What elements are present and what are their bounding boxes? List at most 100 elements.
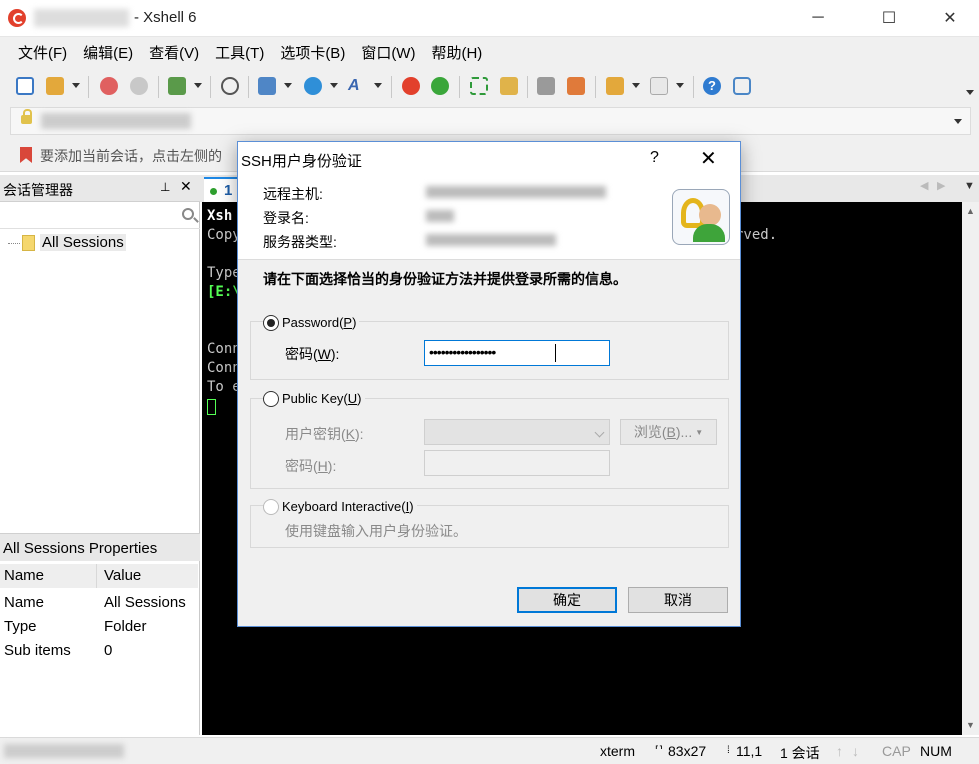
font-icon[interactable]: A <box>348 77 366 95</box>
terminal-line: Conn <box>207 360 241 376</box>
tree-item-all-sessions[interactable]: All Sessions <box>0 233 200 253</box>
menu-tools[interactable]: 工具(T) <box>207 42 272 63</box>
server-type-label: 服务器类型: <box>263 234 337 250</box>
terminal-line: Xsh <box>207 208 233 224</box>
session-manager-panel: 会话管理器 ⊥ ✕ All Sessions All Sessions Prop… <box>0 175 200 735</box>
tab-scroll-right-icon[interactable]: ▶ <box>937 179 945 192</box>
lock-icon <box>21 109 32 124</box>
tab-scroll-left-icon[interactable]: ◀ <box>920 179 928 192</box>
session-manager-close-button[interactable]: ✕ <box>180 178 192 195</box>
folder-dropdown-icon[interactable] <box>632 83 640 88</box>
new-session-icon[interactable] <box>16 77 34 95</box>
pin-icon[interactable]: ⊥ <box>160 180 170 194</box>
toolbar-separator <box>248 76 249 98</box>
title-bar: - Xshell 6 ─ ☐ ✕ <box>0 0 979 36</box>
tab-layout-icon[interactable] <box>650 77 668 95</box>
server-type-value <box>426 234 556 246</box>
password-value: ••••••••••••••••• <box>429 344 496 360</box>
public-key-radio-label[interactable]: Public Key(U) <box>279 391 365 406</box>
session-search-input[interactable] <box>0 203 200 229</box>
properties-dropdown-icon[interactable] <box>194 83 202 88</box>
properties-title: All Sessions Properties <box>3 540 158 557</box>
font-dropdown-icon[interactable] <box>374 83 382 88</box>
column-divider <box>96 564 97 588</box>
cancel-button[interactable]: 取消 <box>628 587 728 613</box>
user-key-text: 用户密钥 <box>285 426 341 442</box>
user-key-select[interactable] <box>424 419 610 445</box>
ok-button[interactable]: 确定 <box>517 587 617 613</box>
chevron-down-icon <box>594 427 605 438</box>
dialog-info-panel: 远程主机: 登录名: 服务器类型: <box>238 176 740 260</box>
terminal-line-tail: rved. <box>735 227 778 243</box>
menu-view[interactable]: 查看(V) <box>141 42 207 63</box>
arrow-up-icon[interactable]: ↑ <box>836 743 843 759</box>
menu-tabs[interactable]: 选项卡(B) <box>272 42 353 63</box>
password-radio[interactable] <box>263 315 279 331</box>
menu-edit[interactable]: 编辑(E) <box>75 42 141 63</box>
find-icon[interactable] <box>221 77 239 95</box>
browse-button[interactable]: 浏览(B)... ▼ <box>620 419 717 445</box>
dialog-help-button[interactable]: ? <box>650 149 659 167</box>
password-radio-label[interactable]: Password(P) <box>279 315 360 330</box>
globe-icon[interactable] <box>304 77 322 95</box>
toolbar-separator <box>391 76 392 98</box>
lock-toolbar-icon[interactable] <box>500 77 518 95</box>
close-button[interactable]: ✕ <box>927 0 973 36</box>
layout-dropdown-icon[interactable] <box>284 83 292 88</box>
keyboard-interactive-radio[interactable] <box>263 499 279 515</box>
xftp-icon[interactable] <box>431 77 449 95</box>
xshell-icon[interactable] <box>402 77 420 95</box>
public-key-radio[interactable] <box>263 391 279 407</box>
properties-icon[interactable] <box>168 77 186 95</box>
key-passphrase-input[interactable] <box>424 450 610 476</box>
tree-item-label: All Sessions <box>40 234 126 251</box>
password-field-accel: W <box>317 346 331 362</box>
column-value[interactable]: Value <box>104 567 141 584</box>
layout-icon[interactable] <box>258 77 276 95</box>
status-address <box>4 744 124 758</box>
tab-list-dropdown-icon[interactable]: ▼ <box>964 180 975 192</box>
keyboard-interactive-text: Keyboard Interactive <box>282 499 402 514</box>
toolbar-separator <box>527 76 528 98</box>
chat-icon[interactable] <box>733 77 751 95</box>
toolbar-overflow-icon[interactable] <box>966 90 974 95</box>
password-input[interactable]: ••••••••••••••••• <box>424 340 610 366</box>
hint-text: 要添加当前会话，点击左侧的 <box>40 148 222 164</box>
dialog-close-button[interactable]: ✕ <box>700 146 717 171</box>
tab-layout-dropdown-icon[interactable] <box>676 83 684 88</box>
maximize-button[interactable]: ☐ <box>866 0 912 36</box>
highlight-icon[interactable] <box>567 77 585 95</box>
disconnect-icon[interactable] <box>130 77 148 95</box>
search-icon[interactable] <box>182 208 194 220</box>
terminal-line: Conn <box>207 341 241 357</box>
keyboard-interactive-desc: 使用键盘输入用户身份验证。 <box>285 523 467 539</box>
address-dropdown-icon[interactable] <box>954 119 962 124</box>
add-folder-icon[interactable] <box>606 77 624 95</box>
menu-file[interactable]: 文件(F) <box>10 42 75 63</box>
open-dropdown-icon[interactable] <box>72 83 80 88</box>
fullscreen-icon[interactable] <box>470 77 488 95</box>
login-name-label: 登录名: <box>263 210 309 226</box>
address-field[interactable] <box>10 107 971 135</box>
toolbar-separator <box>459 76 460 98</box>
dialog-title: SSH用户身份验证 <box>241 153 362 170</box>
column-name[interactable]: Name <box>4 567 44 584</box>
menu-window[interactable]: 窗口(W) <box>353 42 423 63</box>
status-cursor-pos: 11,1 <box>736 743 763 759</box>
menu-help[interactable]: 帮助(H) <box>423 42 490 63</box>
terminal-scrollbar[interactable]: ▲ ▼ <box>962 202 979 735</box>
connect-icon[interactable] <box>100 77 118 95</box>
terminal-line: [E:\ <box>207 284 241 300</box>
minimize-button[interactable]: ─ <box>795 0 841 36</box>
text-caret <box>555 344 556 362</box>
help-icon[interactable]: ? <box>703 77 721 95</box>
open-folder-icon[interactable] <box>46 77 64 95</box>
keyboard-interactive-label[interactable]: Keyboard Interactive(I) <box>279 499 417 514</box>
keyboard-icon[interactable] <box>537 77 555 95</box>
arrow-down-icon[interactable]: ↓ <box>852 743 859 759</box>
scroll-down-icon[interactable]: ▼ <box>966 720 975 730</box>
globe-dropdown-icon[interactable] <box>330 83 338 88</box>
key-passphrase-accel: H <box>317 458 328 474</box>
scroll-up-icon[interactable]: ▲ <box>966 206 975 216</box>
folder-icon <box>22 235 35 251</box>
